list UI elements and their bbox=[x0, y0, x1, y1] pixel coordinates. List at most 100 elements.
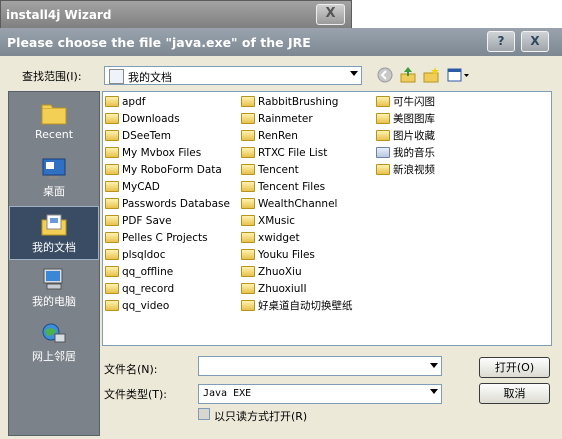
lookin-label: 查找范围(I): bbox=[22, 70, 82, 83]
file-item[interactable]: apdf bbox=[105, 94, 145, 110]
back-button[interactable] bbox=[376, 66, 396, 86]
place-desktop[interactable]: 桌面 bbox=[9, 151, 99, 205]
network-icon bbox=[42, 323, 66, 343]
folder-icon bbox=[376, 130, 390, 141]
file-item[interactable]: Downloads bbox=[105, 111, 180, 127]
background-window: install4j Wizard X bbox=[0, 0, 352, 31]
view-menu-button[interactable] bbox=[447, 66, 471, 86]
file-item[interactable]: 美图图库 bbox=[376, 111, 435, 127]
file-item[interactable]: qq_video bbox=[105, 298, 169, 314]
folder-icon bbox=[376, 164, 390, 175]
file-chooser-dialog: Please choose the file "java.exe" of the… bbox=[0, 28, 562, 439]
filetype-label: 文件类型(T): bbox=[104, 388, 168, 401]
place-my-documents[interactable]: 我的文档 bbox=[9, 206, 99, 260]
file-item[interactable]: Tencent bbox=[241, 162, 299, 178]
folder-icon bbox=[241, 147, 255, 158]
folder-icon bbox=[105, 198, 119, 209]
dialog-titlebar: Please choose the file "java.exe" of the… bbox=[0, 28, 562, 56]
file-item[interactable]: plsqldoc bbox=[105, 247, 166, 263]
folder-icon bbox=[241, 300, 255, 311]
lookin-value: 我的文档 bbox=[128, 71, 172, 84]
folder-icon bbox=[376, 113, 390, 124]
file-item[interactable]: qq_offline bbox=[105, 264, 173, 280]
place-label: 桌面 bbox=[43, 185, 65, 198]
filename-input[interactable] bbox=[198, 356, 442, 376]
background-close-button[interactable]: X bbox=[316, 4, 345, 25]
place-recent[interactable]: Recent bbox=[9, 96, 99, 150]
place-my-computer[interactable]: 我的电脑 bbox=[9, 261, 99, 315]
view-menu-icon bbox=[447, 68, 469, 82]
file-item[interactable]: 我的音乐 bbox=[376, 145, 435, 161]
places-bar: Recent 桌面 我的文档 我的电脑 网上邻居 bbox=[8, 91, 100, 436]
folder-icon bbox=[105, 300, 119, 311]
file-item[interactable]: My Mvbox Files bbox=[105, 145, 201, 161]
file-item[interactable]: 好桌道自动切换壁纸 bbox=[241, 298, 353, 314]
new-folder-button[interactable] bbox=[422, 66, 442, 86]
up-folder-icon bbox=[400, 67, 416, 83]
up-one-level-button[interactable] bbox=[399, 66, 419, 86]
lookin-combo[interactable]: 我的文档 bbox=[104, 66, 362, 85]
folder-icon bbox=[105, 249, 119, 260]
file-item[interactable]: Tencent Files bbox=[241, 179, 325, 195]
documents-icon bbox=[109, 69, 124, 84]
file-item[interactable]: PDF Save bbox=[105, 213, 172, 229]
recent-icon bbox=[41, 104, 67, 125]
folder-icon bbox=[241, 266, 255, 277]
folder-icon bbox=[241, 249, 255, 260]
place-label: 我的文档 bbox=[32, 241, 76, 254]
filetype-value: Java EXE bbox=[203, 388, 252, 399]
readonly-label: 以只读方式打开(R) bbox=[214, 410, 308, 423]
back-icon bbox=[377, 67, 393, 83]
desktop-icon bbox=[42, 158, 66, 179]
place-label: 网上邻居 bbox=[32, 350, 76, 363]
open-button[interactable]: 打开(O) bbox=[479, 357, 550, 378]
readonly-checkbox[interactable] bbox=[198, 408, 210, 420]
dialog-title: Please choose the file "java.exe" of the… bbox=[7, 35, 311, 50]
folder-icon bbox=[241, 232, 255, 243]
filetype-combo[interactable]: Java EXE bbox=[198, 384, 442, 404]
help-button[interactable]: ? bbox=[487, 31, 515, 52]
folder-icon bbox=[105, 266, 119, 277]
file-item[interactable]: Rainmeter bbox=[241, 111, 313, 127]
file-item[interactable]: RabbitBrushing bbox=[241, 94, 338, 110]
file-item[interactable]: WealthChannel bbox=[241, 196, 337, 212]
file-item[interactable]: MyCAD bbox=[105, 179, 160, 195]
folder-icon bbox=[105, 283, 119, 294]
file-item[interactable]: ZhuoXiu bbox=[241, 264, 302, 280]
file-item[interactable]: xwidget bbox=[241, 230, 300, 246]
file-item[interactable]: 新浪视频 bbox=[376, 162, 435, 178]
place-label: 我的电脑 bbox=[32, 295, 76, 308]
file-item[interactable]: 图片收藏 bbox=[376, 128, 435, 144]
folder-icon bbox=[241, 113, 255, 124]
file-item[interactable]: 可牛闪图 bbox=[376, 94, 435, 110]
chevron-down-icon bbox=[350, 71, 358, 76]
file-list[interactable]: apdf Downloads DSeeTem My Mvbox Files My… bbox=[102, 91, 552, 346]
folder-icon bbox=[241, 215, 255, 226]
file-item[interactable]: RTXC File List bbox=[241, 145, 327, 161]
folder-icon bbox=[105, 147, 119, 158]
file-item[interactable]: ZhuoxiuII bbox=[241, 281, 307, 297]
filename-label: 文件名(N): bbox=[104, 363, 158, 376]
chevron-down-icon[interactable] bbox=[430, 363, 438, 368]
file-item[interactable]: Pelles C Projects bbox=[105, 230, 208, 246]
folder-icon bbox=[241, 164, 255, 175]
file-item[interactable]: DSeeTem bbox=[105, 128, 171, 144]
place-label: Recent bbox=[34, 128, 74, 141]
music-folder-icon bbox=[376, 147, 390, 158]
cancel-button[interactable]: 取消 bbox=[479, 383, 550, 404]
close-button[interactable]: X bbox=[521, 31, 549, 52]
file-item[interactable]: qq_record bbox=[105, 281, 174, 297]
folder-icon bbox=[105, 96, 119, 107]
file-item[interactable]: RenRen bbox=[241, 128, 298, 144]
chevron-down-icon bbox=[430, 389, 438, 394]
file-item[interactable]: My RoboForm Data bbox=[105, 162, 222, 178]
file-item[interactable]: Youku Files bbox=[241, 247, 315, 263]
folder-icon bbox=[241, 181, 255, 192]
place-network[interactable]: 网上邻居 bbox=[9, 316, 99, 370]
folder-icon bbox=[241, 283, 255, 294]
file-item[interactable]: XMusic bbox=[241, 213, 295, 229]
folder-icon bbox=[241, 198, 255, 209]
file-item[interactable]: Passwords Database bbox=[105, 196, 230, 212]
background-window-title: install4j Wizard bbox=[6, 8, 112, 22]
my-computer-icon bbox=[43, 268, 63, 290]
